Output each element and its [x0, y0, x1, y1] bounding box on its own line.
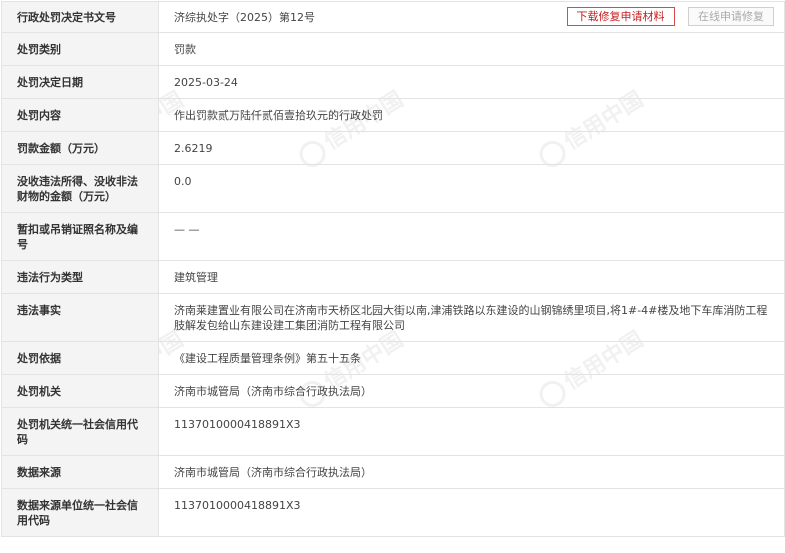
row-value: — — — [158, 212, 785, 261]
row-value: 建筑管理 — [158, 260, 785, 294]
row-label: 没收违法所得、没收非法财物的金额（万元） — [1, 164, 159, 213]
table-row: 处罚内容 作出罚款贰万陆仟贰佰壹拾玖元的行政处罚 — [1, 98, 785, 132]
table-row: 数据来源单位统一社会信用代码 1137010000418891X3 — [1, 488, 785, 537]
table-row: 违法行为类型 建筑管理 — [1, 260, 785, 294]
table-row: 罚款金额（万元） 2.6219 — [1, 131, 785, 165]
row-value: 0.0 — [158, 164, 785, 213]
table-row: 处罚决定日期 2025-03-24 — [1, 65, 785, 99]
table-row: 违法事实 济南莱建置业有限公司在济南市天桥区北园大街以南,津浦铁路以东建设的山钢… — [1, 293, 785, 342]
action-buttons: 下载修复申请材料 在线申请修复 — [557, 7, 774, 26]
row-label: 数据来源单位统一社会信用代码 — [1, 488, 159, 537]
download-repair-materials-button[interactable]: 下载修复申请材料 — [566, 7, 675, 26]
table-row: 处罚机关 济南市城管局（济南市综合行政执法局） — [1, 374, 785, 408]
table-row: 没收违法所得、没收非法财物的金额（万元） 0.0 — [1, 164, 785, 213]
penalty-detail-panel: 信用中国 信用中国 信用中国 信用中国 信用中国 信用中国 行政处罚决定书文号 … — [1, 1, 785, 551]
row-label: 处罚机关统一社会信用代码 — [1, 407, 159, 456]
row-value: 济南市城管局（济南市综合行政执法局） — [158, 455, 785, 489]
row-value: 济南市城管局（济南市综合行政执法局） — [158, 374, 785, 408]
row-value: 济南莱建置业有限公司在济南市天桥区北园大街以南,津浦铁路以东建设的山钢锦绣里项目… — [158, 293, 785, 342]
row-value: 2.6219 — [158, 131, 785, 165]
row-label: 行政处罚决定书文号 — [1, 1, 159, 33]
row-value: 1137010000418891X3 — [158, 407, 785, 456]
row-value: 罚款 — [158, 32, 785, 66]
row-label: 处罚机关 — [1, 374, 159, 408]
row-label: 罚款金额（万元） — [1, 131, 159, 165]
table-row: 数据来源 济南市城管局（济南市综合行政执法局） — [1, 455, 785, 489]
row-label: 违法事实 — [1, 293, 159, 342]
decision-number: 济综执处字（2025）第12号 — [174, 11, 315, 24]
online-repair-button[interactable]: 在线申请修复 — [688, 7, 774, 26]
penalty-info-table: 行政处罚决定书文号 下载修复申请材料 在线申请修复 济综执处字（2025）第12… — [1, 1, 785, 537]
row-label: 数据来源 — [1, 455, 159, 489]
table-row: 行政处罚决定书文号 下载修复申请材料 在线申请修复 济综执处字（2025）第12… — [1, 1, 785, 33]
row-label: 暂扣或吊销证照名称及编号 — [1, 212, 159, 261]
row-label: 处罚类别 — [1, 32, 159, 66]
row-value: 《建设工程质量管理条例》第五十五条 — [158, 341, 785, 375]
row-value-cell: 下载修复申请材料 在线申请修复 济综执处字（2025）第12号 — [158, 1, 785, 33]
row-label: 处罚内容 — [1, 98, 159, 132]
row-value: 作出罚款贰万陆仟贰佰壹拾玖元的行政处罚 — [158, 98, 785, 132]
table-row: 处罚机关统一社会信用代码 1137010000418891X3 — [1, 407, 785, 456]
row-label: 违法行为类型 — [1, 260, 159, 294]
row-value: 2025-03-24 — [158, 65, 785, 99]
row-value: 1137010000418891X3 — [158, 488, 785, 537]
table-row: 处罚依据 《建设工程质量管理条例》第五十五条 — [1, 341, 785, 375]
row-label: 处罚依据 — [1, 341, 159, 375]
table-row: 暂扣或吊销证照名称及编号 — — — [1, 212, 785, 261]
row-label: 处罚决定日期 — [1, 65, 159, 99]
table-row: 处罚类别 罚款 — [1, 32, 785, 66]
